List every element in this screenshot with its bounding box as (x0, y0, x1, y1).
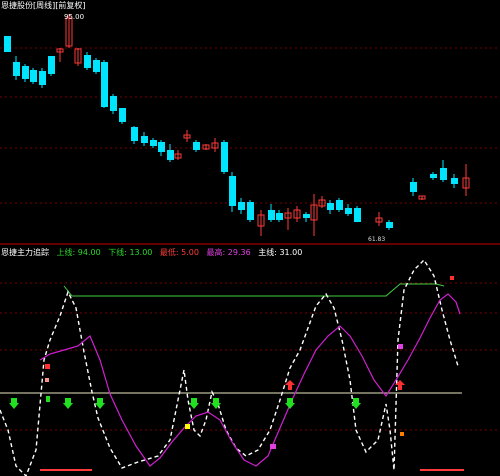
candle-body-down (131, 127, 138, 141)
candle-body-down (22, 66, 29, 79)
candle-body-down (276, 213, 283, 220)
signal-marker-icon (185, 424, 190, 429)
indicator-title: 恩捷主力追踪 (1, 248, 49, 257)
down-arrow-icon (285, 398, 295, 409)
down-arrow-icon (95, 398, 105, 409)
candle-body-down (345, 208, 352, 214)
candle-body-down (158, 142, 165, 152)
down-arrow-icon (351, 398, 361, 409)
legend-min: 最低: 5.00 (159, 248, 199, 257)
down-arrow-icon (9, 398, 19, 409)
down-arrow-icon (189, 398, 199, 409)
candle-body-down (336, 200, 343, 210)
legend-upper: 上线: 94.00 (56, 248, 101, 257)
signal-marker-icon (398, 344, 403, 349)
signal-marker-icon (450, 276, 454, 280)
candle-body-down (30, 70, 37, 82)
candle-body-down (430, 174, 437, 178)
buy-marker-icon (45, 378, 49, 382)
candle-body-down (101, 62, 108, 107)
candle-body-down (386, 222, 393, 228)
candle-body-down (440, 168, 447, 180)
indicator-panel[interactable] (0, 258, 464, 476)
candle-body-down (451, 178, 458, 184)
candle-body-down (268, 210, 275, 220)
candle-body-down (247, 202, 254, 220)
signal-marker-icon (270, 444, 276, 449)
down-arrow-icon (63, 398, 73, 409)
candle-body-down (221, 142, 228, 172)
candle-body-down (327, 203, 334, 210)
candle-body-down (410, 182, 417, 192)
candle-body-down (354, 208, 361, 222)
candle-body-down (93, 60, 100, 72)
upper-line (63, 283, 445, 297)
high-price-label: 95.00 (64, 13, 85, 21)
signal-marker-icon (46, 396, 50, 402)
signal-marker-icon (400, 432, 404, 436)
low-price-label: 61.83 (368, 236, 386, 243)
chart-stage (0, 14, 500, 476)
candle-body-down (229, 176, 236, 206)
candle-body-down (110, 96, 117, 111)
main-chart-title: 恩捷股份[周线][前复权] (1, 1, 86, 10)
legend-lower: 下线: 13.00 (108, 248, 153, 257)
grid-lines (0, 47, 500, 431)
candle-body-down (150, 140, 157, 146)
legend-main: 主线: 31.00 (258, 248, 303, 257)
candle-body-down (141, 136, 148, 143)
candle-body-down (48, 56, 55, 74)
legend-max: 最高: 29.36 (206, 248, 251, 257)
candle-body-down (39, 71, 46, 85)
candle-body-down (4, 36, 11, 52)
indicator-legend-bar: 恩捷主力追踪 上线: 94.00 下线: 13.00 最低: 5.00 最高: … (1, 248, 307, 258)
candle-body-down (167, 150, 174, 160)
candle-body-down (303, 214, 310, 218)
candle-body-down (13, 62, 20, 76)
candle-body-down (119, 108, 126, 122)
buy-marker-icon (45, 364, 50, 369)
candle-body-down (193, 142, 200, 150)
candle-body-down (238, 202, 245, 210)
candle-body-down (84, 55, 91, 68)
